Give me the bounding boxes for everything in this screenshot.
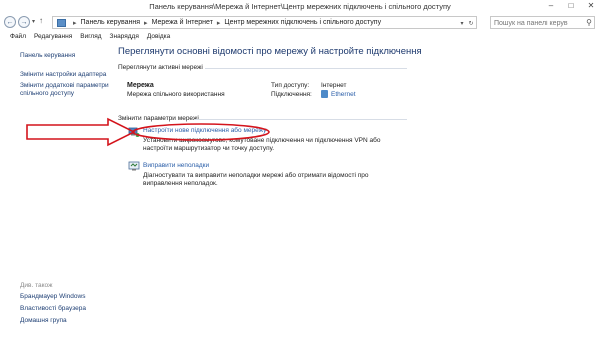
search-input[interactable] [494, 18, 584, 28]
section-divider [195, 119, 407, 120]
network-name: Мережа [127, 82, 154, 89]
menu-help[interactable]: Довідка [147, 33, 170, 44]
section-divider [205, 68, 407, 69]
navigation-bar: ← → ▾ ↑ ▸ Панель керування ▸ Мережа й Ін… [0, 15, 600, 31]
breadcrumb-item[interactable]: Панель керування [81, 19, 141, 26]
active-networks-label: Переглянути активні мережі [118, 64, 203, 71]
back-arrow-icon: ← [6, 18, 14, 26]
search-icon[interactable]: ⚲ [586, 18, 592, 27]
breadcrumb-item[interactable]: Мережа й Інтернет [152, 19, 213, 26]
title-bar: Панель керування\Мережа й Інтернет\Центр… [0, 0, 600, 14]
menu-edit[interactable]: Редагування [34, 33, 72, 44]
network-type-link[interactable]: Мережа спільного використання [127, 91, 225, 98]
maximize-icon[interactable]: □ [566, 1, 576, 11]
new-connection-link[interactable]: Настроїти нове підключення або мережу [143, 127, 266, 134]
breadcrumb-item[interactable]: Центр мережних підключень і спільного до… [224, 19, 381, 26]
menu-tools[interactable]: Знаряддя [110, 33, 139, 44]
up-arrow-icon[interactable]: ↑ [39, 16, 43, 25]
change-settings-label: Змінити параметри мережі [118, 115, 199, 122]
back-button[interactable]: ← [4, 16, 16, 28]
troubleshoot-description: Діагностувати та виправити неполадки мер… [143, 172, 369, 187]
see-also-heading: Див. також [20, 282, 53, 289]
troubleshoot-link[interactable]: Виправити неполадки [143, 162, 209, 169]
new-connection-description: Установити широкосмугове, комутоване під… [143, 137, 381, 152]
window-title: Панель керування\Мережа й Інтернет\Центр… [149, 2, 451, 11]
sidebar-link-browser-properties[interactable]: Властивості браузера [20, 305, 86, 312]
main-content: Переглянути основні відомості про мережу… [113, 45, 600, 338]
menu-file[interactable]: Файл [10, 33, 26, 44]
breadcrumb-chevron-icon[interactable]: ▸ [73, 19, 77, 27]
sidebar: Панель керування Змінити настройки адапт… [0, 45, 112, 338]
search-box[interactable]: ⚲ [490, 16, 595, 29]
breadcrumb-chevron-icon[interactable]: ▸ [144, 19, 148, 27]
control-panel-icon [57, 18, 66, 27]
troubleshoot-icon [128, 161, 140, 171]
access-type-label: Тип доступу: [271, 82, 310, 89]
connections-label: Підключення: [271, 91, 312, 98]
address-dropdown-icon[interactable]: ▾ [460, 20, 463, 27]
ethernet-label: Ethernet [331, 90, 356, 98]
window-controls: – □ ✕ [546, 1, 596, 11]
sidebar-link-adapter-settings[interactable]: Змінити настройки адаптера [20, 71, 110, 79]
ethernet-connection-link[interactable]: Ethernet [321, 90, 356, 98]
forward-arrow-icon: → [20, 18, 28, 26]
page-title: Переглянути основні відомості про мережу… [118, 46, 422, 57]
breadcrumb-chevron-icon[interactable]: ▸ [217, 19, 221, 27]
refresh-icon[interactable]: ↻ [468, 20, 473, 27]
sidebar-link-firewall[interactable]: Брандмауер Windows [20, 293, 85, 300]
sidebar-link-sharing-settings[interactable]: Змінити додаткові параметри спільного до… [20, 82, 110, 98]
minimize-icon[interactable]: – [546, 1, 556, 11]
sidebar-link-homegroup[interactable]: Домашня група [20, 317, 67, 324]
close-icon[interactable]: ✕ [586, 1, 596, 11]
address-actions: ▾ ↻ [458, 18, 476, 28]
ethernet-icon [321, 90, 328, 98]
forward-button[interactable]: → [18, 16, 30, 28]
recent-pages-chevron-icon[interactable]: ▾ [32, 18, 35, 25]
sidebar-home-link[interactable]: Панель керування [20, 52, 75, 59]
new-connection-icon [128, 127, 140, 137]
menu-view[interactable]: Вигляд [80, 33, 101, 44]
address-bar[interactable]: ▸ Панель керування ▸ Мережа й Інтернет ▸… [52, 16, 477, 29]
menu-bar: Файл Редагування Вигляд Знаряддя Довідка [0, 33, 600, 44]
access-type-value: Інтернет [321, 82, 347, 89]
